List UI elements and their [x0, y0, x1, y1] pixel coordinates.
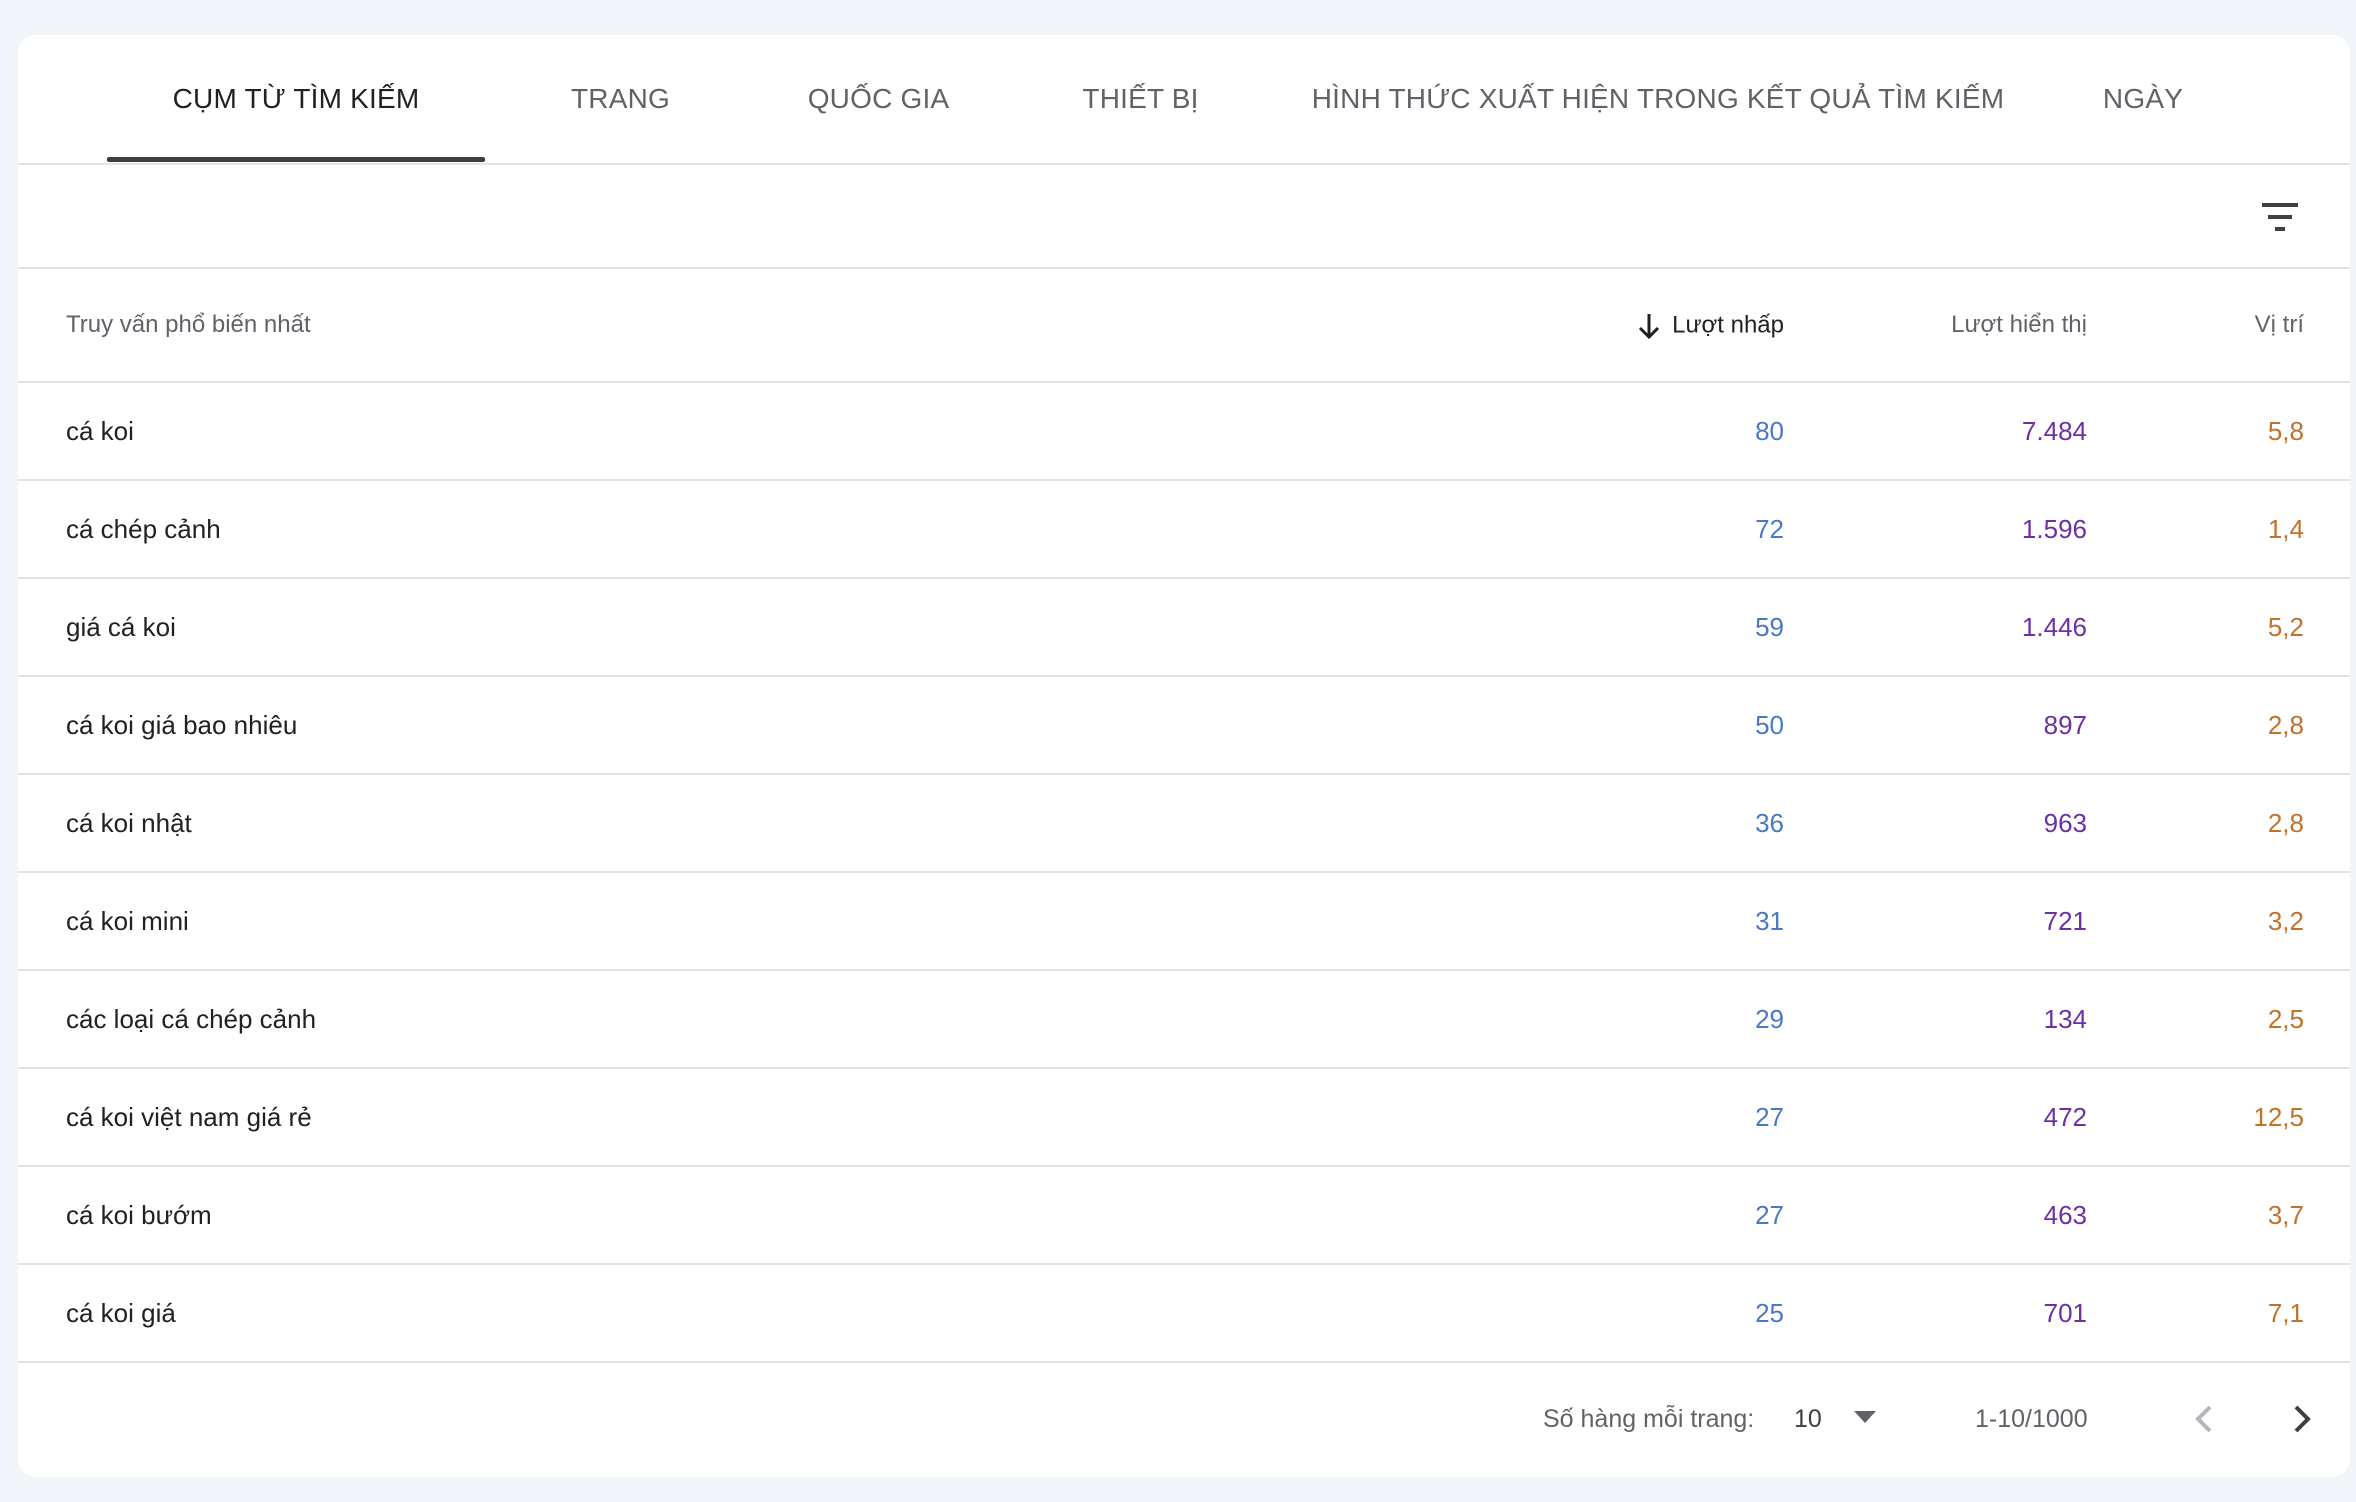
impressions-cell: 701 — [2043, 1298, 2087, 1328]
query-cell: cá koi giá bao nhiêu — [66, 710, 298, 740]
clicks-cell: 27 — [1755, 1200, 1784, 1230]
performance-card: CỤM TỪ TÌM KIẾM TRANG QUỐC GIA THIẾT BỊ … — [18, 35, 2350, 1477]
tab-search-appearance[interactable]: HÌNH THỨC XUẤT HIỆN TRONG KẾT QUẢ TÌM KI… — [1303, 35, 2013, 163]
rows-per-page-label: Số hàng mỗi trang: — [1543, 1405, 1755, 1433]
impressions-cell: 1.446 — [2021, 612, 2087, 642]
page-range: 1-10/1000 — [1975, 1405, 2088, 1433]
query-cell: các loại cá chép cảnh — [66, 1004, 317, 1034]
pagination-bar: Số hàng mỗi trang: 10 1-10/1000 — [18, 1361, 2350, 1477]
column-header-clicks[interactable]: Lượt nhấp — [1636, 269, 1784, 381]
table-row[interactable]: cá koi việt nam giá rẻ 27 472 12,5 — [18, 1069, 2350, 1167]
tab-dates[interactable]: NGÀY — [2073, 35, 2213, 163]
clicks-cell: 25 — [1755, 1298, 1784, 1328]
table-toolbar — [18, 165, 2350, 269]
impressions-cell: 721 — [2043, 906, 2087, 936]
active-tab-indicator — [107, 157, 485, 162]
query-cell: cá koi bướm — [66, 1200, 212, 1230]
column-header-position[interactable]: Vị trí — [2255, 269, 2304, 381]
impressions-cell: 963 — [2043, 808, 2087, 838]
table-row[interactable]: cá koi giá bao nhiêu 50 897 2,8 — [18, 677, 2350, 775]
position-cell: 1,4 — [2267, 514, 2304, 544]
table-row[interactable]: cá koi bướm 27 463 3,7 — [18, 1167, 2350, 1265]
query-cell: cá koi — [66, 416, 134, 446]
filter-icon — [2262, 203, 2298, 231]
query-cell: cá chép cảnh — [66, 514, 221, 544]
query-cell: giá cá koi — [66, 612, 176, 642]
table-row[interactable]: cá koi mini 31 721 3,2 — [18, 873, 2350, 971]
position-cell: 5,8 — [2267, 416, 2304, 446]
position-cell: 12,5 — [2253, 1102, 2304, 1132]
clicks-cell: 27 — [1755, 1102, 1784, 1132]
position-cell: 2,5 — [2267, 1004, 2304, 1034]
table-row[interactable]: cá koi 80 7.484 5,8 — [18, 383, 2350, 481]
position-cell: 2,8 — [2267, 808, 2304, 838]
column-header-query[interactable]: Truy vấn phổ biến nhất — [66, 269, 311, 381]
position-cell: 7,1 — [2267, 1298, 2304, 1328]
clicks-cell: 59 — [1755, 612, 1784, 642]
query-cell: cá koi giá — [66, 1298, 176, 1328]
rows-per-page-value: 10 — [1794, 1405, 1822, 1433]
impressions-cell: 134 — [2043, 1004, 2087, 1034]
table-row[interactable]: giá cá koi 59 1.446 5,2 — [18, 579, 2350, 677]
clicks-cell: 72 — [1755, 514, 1784, 544]
column-header-clicks-label: Lượt nhấp — [1672, 311, 1784, 339]
clicks-cell: 31 — [1755, 906, 1784, 936]
impressions-cell: 7.484 — [2021, 416, 2087, 446]
rows-per-page-select[interactable]: 10 — [1794, 1361, 1904, 1477]
next-page-button[interactable] — [2274, 1391, 2330, 1447]
impressions-cell: 463 — [2043, 1200, 2087, 1230]
impressions-cell: 1.596 — [2021, 514, 2087, 544]
chevron-left-icon — [2195, 1405, 2212, 1433]
table-row[interactable]: cá chép cảnh 72 1.596 1,4 — [18, 481, 2350, 579]
tab-queries[interactable]: CỤM TỪ TÌM KIẾM — [107, 35, 485, 163]
tab-countries[interactable]: QUỐC GIA — [776, 35, 981, 163]
clicks-cell: 50 — [1755, 710, 1784, 740]
table-row[interactable]: các loại cá chép cảnh 29 134 2,5 — [18, 971, 2350, 1069]
dropdown-arrow-icon — [1852, 1409, 1878, 1425]
query-cell: cá koi nhật — [66, 808, 192, 838]
dimension-tabs: CỤM TỪ TÌM KIẾM TRANG QUỐC GIA THIẾT BỊ … — [18, 35, 2350, 165]
clicks-cell: 80 — [1755, 416, 1784, 446]
clicks-cell: 36 — [1755, 808, 1784, 838]
position-cell: 5,2 — [2267, 612, 2304, 642]
tab-devices[interactable]: THIẾT BỊ — [1048, 35, 1233, 163]
query-cell: cá koi mini — [66, 906, 189, 936]
position-cell: 3,2 — [2267, 906, 2304, 936]
filter-button[interactable] — [2254, 191, 2306, 243]
table-row[interactable]: cá koi nhật 36 963 2,8 — [18, 775, 2350, 873]
column-header-impressions[interactable]: Lượt hiển thị — [1951, 269, 2087, 381]
tab-pages[interactable]: TRANG — [538, 35, 703, 163]
previous-page-button[interactable] — [2178, 1391, 2234, 1447]
clicks-cell: 29 — [1755, 1004, 1784, 1034]
position-cell: 2,8 — [2267, 710, 2304, 740]
impressions-cell: 472 — [2043, 1102, 2087, 1132]
table-header: Truy vấn phổ biến nhất Lượt nhấp Lượt hi… — [18, 269, 2350, 383]
query-cell: cá koi việt nam giá rẻ — [66, 1102, 312, 1132]
chevron-right-icon — [2294, 1405, 2311, 1433]
table-row[interactable]: cá koi giá 25 701 7,1 — [18, 1265, 2350, 1363]
impressions-cell: 897 — [2043, 710, 2087, 740]
arrow-down-icon — [1636, 311, 1662, 341]
position-cell: 3,7 — [2267, 1200, 2304, 1230]
